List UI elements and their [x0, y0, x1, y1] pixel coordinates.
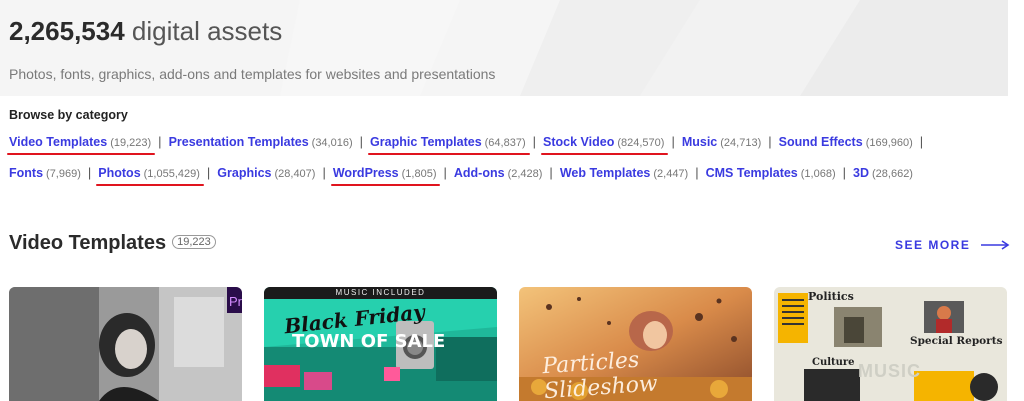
- hero-subtitle: Photos, fonts, graphics, add-ons and tem…: [9, 66, 496, 82]
- category-separator: |: [322, 165, 326, 180]
- category-separator: |: [87, 165, 92, 180]
- category-separator: |: [842, 165, 847, 180]
- category-count: (7,969): [46, 168, 81, 180]
- card2-subheadline: TOWN OF SALE: [292, 331, 446, 352]
- category-link-web-templates[interactable]: Web Templates (2,447): [560, 166, 688, 184]
- category-label: Graphic Templates: [370, 135, 482, 149]
- category-separator: |: [919, 134, 924, 149]
- category-count: (24,713): [720, 137, 762, 149]
- category-label: Graphics: [217, 166, 272, 180]
- page-headline: 2,265,534 digital assets: [9, 16, 282, 47]
- section-title: Video Templates 19,223: [9, 232, 216, 255]
- category-count: (2,428): [507, 168, 543, 180]
- card4-music: MUSIC: [858, 361, 921, 381]
- see-more-label: SEE MORE: [895, 238, 971, 252]
- template-card-portrait[interactable]: Pr: [9, 287, 242, 401]
- category-separator: |: [206, 165, 211, 180]
- category-link-video-templates[interactable]: Video Templates (19,223): [6, 135, 156, 155]
- category-separator: |: [532, 134, 537, 149]
- browse-heading: Browse by category: [9, 108, 128, 122]
- category-count: (1,068): [800, 168, 836, 180]
- category-count: (34,016): [311, 137, 353, 149]
- card4-culture: Culture: [812, 357, 855, 368]
- category-row-2: Fonts (7,969) | Photos (1,055,429) | Graphics(…: [9, 165, 913, 186]
- category-count: (1,805): [401, 168, 437, 180]
- category-separator: |: [158, 134, 162, 149]
- template-card-news[interactable]: Politics Special Reports Culture MUSIC: [774, 287, 1007, 401]
- category-row-1: Video Templates (19,223) | Presentation Tem…: [6, 134, 930, 155]
- category-label: 3D: [853, 166, 869, 180]
- card4-politics: Politics: [808, 290, 854, 303]
- category-label: Stock Video: [543, 135, 615, 149]
- category-count: (169,960): [865, 137, 913, 149]
- category-link-fonts[interactable]: Fonts (7,969): [9, 166, 81, 184]
- asset-label: digital assets: [131, 16, 283, 46]
- category-label: WordPress: [332, 166, 399, 180]
- category-link-graphics[interactable]: Graphics (28,407): [217, 166, 315, 184]
- category-separator: |: [359, 134, 364, 149]
- premiere-badge: Pr: [229, 294, 242, 309]
- category-link-music[interactable]: Music (24,713): [682, 135, 761, 153]
- category-link-3d[interactable]: 3D (28,662): [853, 166, 913, 184]
- category-link-add-ons[interactable]: Add-ons (2,428): [454, 166, 543, 184]
- category-count: (19,223): [110, 137, 152, 149]
- category-separator: |: [443, 165, 447, 180]
- category-count: (2,447): [653, 168, 689, 180]
- card4-special-reports: Special Reports: [910, 335, 1003, 347]
- card-thumbnail: Pr: [9, 287, 242, 401]
- category-count: (28,407): [274, 168, 316, 180]
- category-link-stock-video[interactable]: Stock Video (824,570): [541, 135, 669, 155]
- category-link-graphic-templates[interactable]: Graphic Templates (64,837): [368, 135, 530, 155]
- category-link-wordpress[interactable]: WordPress (1,805): [330, 166, 441, 186]
- asset-count: 2,265,534: [9, 16, 125, 46]
- category-separator: |: [549, 165, 553, 180]
- category-label: CMS Templates: [705, 166, 798, 180]
- hero-banner: 2,265,534 digital assets Photos, fonts, …: [0, 0, 1008, 96]
- category-separator: |: [768, 134, 772, 149]
- music-included-banner: MUSIC INCLUDED: [264, 287, 497, 299]
- category-label: Video Templates: [9, 135, 108, 149]
- category-label: Add-ons: [453, 166, 505, 180]
- category-label: Fonts: [9, 166, 44, 180]
- category-link-photos[interactable]: Photos (1,055,429): [96, 166, 204, 186]
- section-count-badge: 19,223: [172, 234, 216, 249]
- section-title-text: Video Templates: [9, 232, 167, 254]
- category-label: Web Templates: [559, 166, 651, 180]
- category-label: Sound Effects: [778, 135, 863, 149]
- category-count: (28,662): [872, 168, 913, 180]
- category-link-presentation-templates[interactable]: Presentation Templates (34,016): [169, 135, 353, 153]
- category-label: Presentation Templates: [168, 135, 309, 149]
- category-count: (1,055,429): [143, 168, 200, 180]
- category-label: Photos: [98, 166, 141, 180]
- category-count: (824,570): [617, 137, 665, 149]
- template-card-particles-slideshow[interactable]: Particles Slideshow: [519, 287, 752, 401]
- category-count: (64,837): [484, 137, 526, 149]
- category-separator: |: [671, 134, 675, 149]
- category-separator: |: [695, 165, 699, 180]
- see-more-link[interactable]: SEE MORE: [895, 238, 1011, 253]
- category-label: Music: [681, 135, 718, 149]
- arrow-right-icon: [981, 239, 1011, 253]
- category-link-sound-effects[interactable]: Sound Effects (169,960): [779, 135, 913, 153]
- category-link-cms-templates[interactable]: CMS Templates (1,068): [706, 166, 836, 184]
- template-card-black-friday[interactable]: MUSIC INCLUDED Black Friday TOWN OF SALE: [264, 287, 497, 401]
